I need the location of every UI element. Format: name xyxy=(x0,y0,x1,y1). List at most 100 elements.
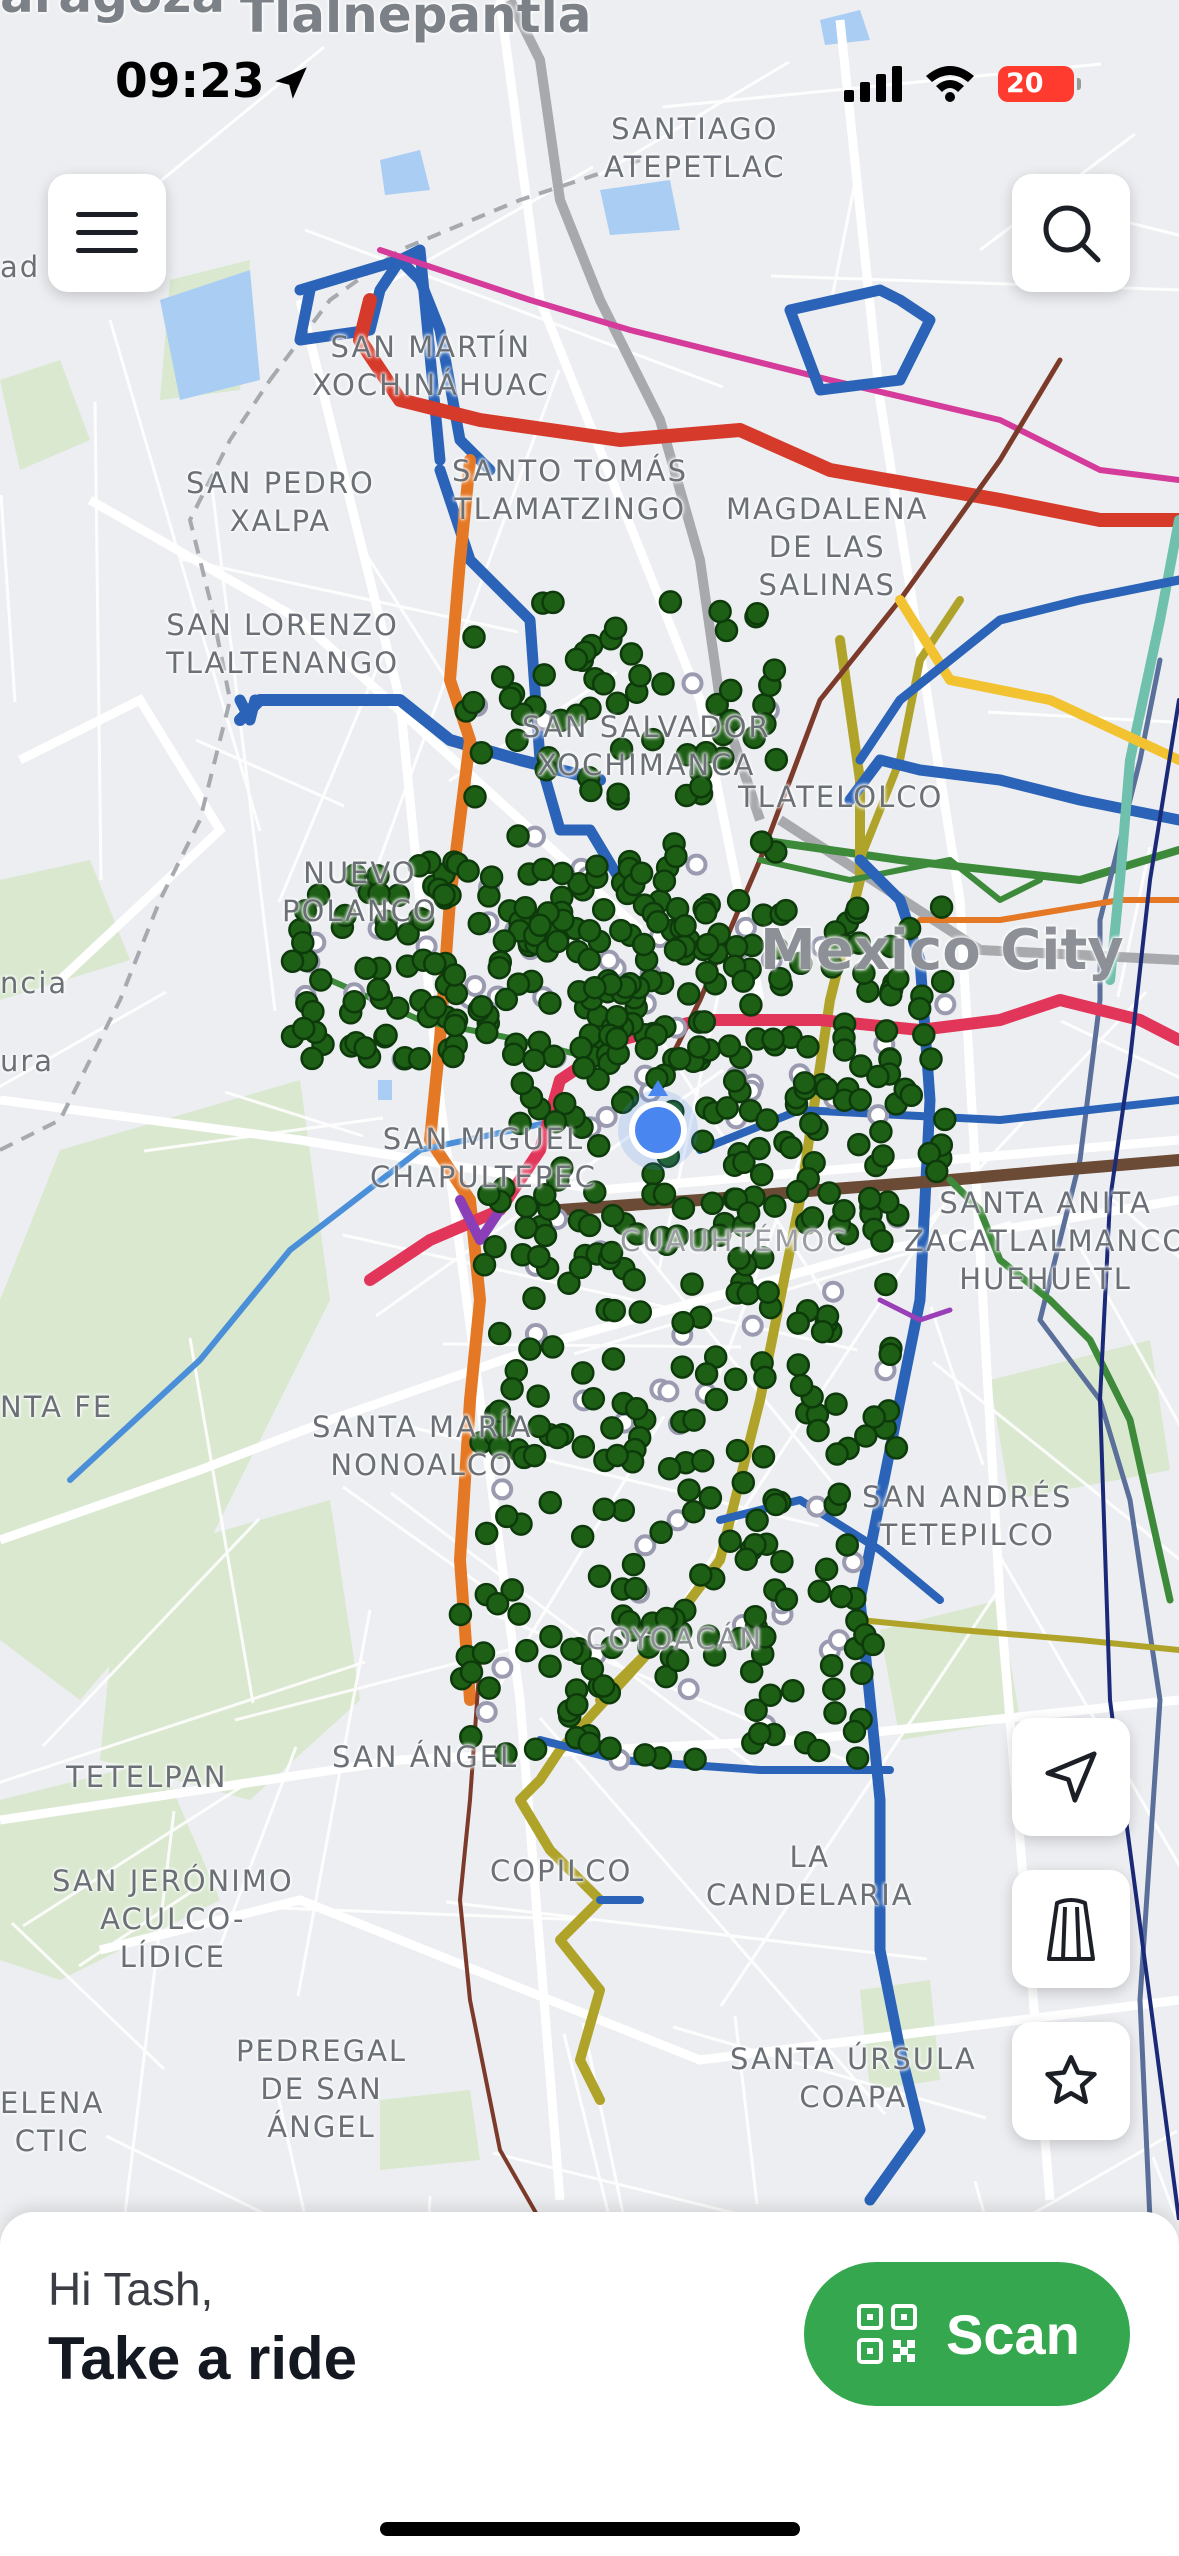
bike-station-marker[interactable] xyxy=(747,1136,771,1161)
bike-station-marker[interactable] xyxy=(847,1132,871,1157)
bike-station-marker[interactable] xyxy=(498,686,523,710)
bike-station-marker[interactable] xyxy=(342,990,366,1014)
bike-station-marker[interactable] xyxy=(538,1654,562,1678)
bike-station-marker[interactable] xyxy=(527,1244,551,1269)
bike-station-marker[interactable] xyxy=(628,1300,653,1324)
bike-station-marker[interactable] xyxy=(725,1438,750,1463)
bike-station-marker[interactable] xyxy=(700,1191,725,1216)
bike-station-marker[interactable] xyxy=(789,1373,814,1398)
bike-station-marker[interactable] xyxy=(664,844,688,869)
bike-station-marker[interactable] xyxy=(522,1048,546,1072)
empty-station-marker[interactable] xyxy=(464,975,487,997)
bike-station-marker[interactable] xyxy=(568,1255,593,1280)
bike-station-marker[interactable] xyxy=(651,672,675,696)
bike-station-marker[interactable] xyxy=(550,861,574,886)
bike-station-marker[interactable] xyxy=(309,968,333,992)
bike-station-marker[interactable] xyxy=(528,913,552,938)
bike-station-marker[interactable] xyxy=(280,949,305,974)
bike-station-marker[interactable] xyxy=(815,1077,839,1101)
bike-station-marker[interactable] xyxy=(472,1253,497,1277)
bike-station-marker[interactable] xyxy=(601,1347,626,1371)
bike-station-marker[interactable] xyxy=(652,1182,677,1206)
bike-station-marker[interactable] xyxy=(515,1638,539,1663)
bike-station-marker[interactable] xyxy=(827,1482,852,1506)
bike-station-marker[interactable] xyxy=(687,1035,711,1059)
bike-station-marker[interactable] xyxy=(532,663,556,687)
bike-station-marker[interactable] xyxy=(715,1096,739,1120)
empty-station-marker[interactable] xyxy=(657,1380,680,1403)
bike-station-marker[interactable] xyxy=(749,830,774,854)
bike-station-marker[interactable] xyxy=(300,1046,324,1071)
bike-station-marker[interactable] xyxy=(681,1499,706,1524)
bike-station-marker[interactable] xyxy=(605,1026,629,1051)
bike-station-marker[interactable] xyxy=(919,1047,943,1071)
bike-station-marker[interactable] xyxy=(806,1418,830,1443)
bike-station-marker[interactable] xyxy=(817,1181,841,1205)
bike-station-marker[interactable] xyxy=(658,590,683,614)
bike-station-marker[interactable] xyxy=(695,932,720,957)
bike-station-marker[interactable] xyxy=(631,932,656,957)
bike-station-marker[interactable] xyxy=(796,1035,820,1059)
bike-station-marker[interactable] xyxy=(624,1396,649,1421)
bike-station-marker[interactable] xyxy=(475,1020,499,1045)
bike-station-marker[interactable] xyxy=(717,1034,742,1058)
bike-station-marker[interactable] xyxy=(513,896,538,920)
bike-station-marker[interactable] xyxy=(924,1159,949,1184)
bike-station-marker[interactable] xyxy=(538,991,562,1015)
bike-station-marker[interactable] xyxy=(785,1179,810,1204)
bike-station-marker[interactable] xyxy=(518,1337,542,1361)
bike-station-marker[interactable] xyxy=(770,1549,794,1574)
bike-station-marker[interactable] xyxy=(539,1624,563,1649)
menu-button[interactable] xyxy=(48,174,166,292)
search-button[interactable] xyxy=(1012,174,1130,292)
bike-station-marker[interactable] xyxy=(756,1280,780,1304)
bike-station-marker[interactable] xyxy=(761,1027,785,1052)
bike-station-marker[interactable] xyxy=(806,1738,831,1763)
bike-station-marker[interactable] xyxy=(560,1637,584,1662)
bike-station-marker[interactable] xyxy=(545,929,570,954)
bike-station-marker[interactable] xyxy=(467,911,492,936)
bike-station-marker[interactable] xyxy=(459,1660,484,1684)
empty-station-marker[interactable] xyxy=(806,1495,828,1518)
bike-station-marker[interactable] xyxy=(571,1361,595,1385)
bike-station-marker[interactable] xyxy=(822,1677,846,1701)
bike-station-marker[interactable] xyxy=(667,1046,692,1071)
bike-station-marker[interactable] xyxy=(545,1425,570,1450)
bike-station-marker[interactable] xyxy=(814,1557,839,1582)
bike-station-marker[interactable] xyxy=(829,1584,854,1609)
bike-station-marker[interactable] xyxy=(694,1362,719,1386)
bike-station-marker[interactable] xyxy=(506,824,530,848)
bike-station-marker[interactable] xyxy=(848,1088,872,1112)
bike-station-marker[interactable] xyxy=(878,1342,902,1367)
bike-station-marker[interactable] xyxy=(657,1456,682,1481)
bike-station-marker[interactable] xyxy=(577,1731,602,1755)
empty-station-marker[interactable] xyxy=(597,949,620,972)
bike-station-marker[interactable] xyxy=(762,658,787,682)
bike-station-marker[interactable] xyxy=(866,1064,890,1089)
bike-station-marker[interactable] xyxy=(479,865,504,889)
bike-station-marker[interactable] xyxy=(739,993,763,1017)
bike-station-marker[interactable] xyxy=(736,1281,760,1306)
bike-station-marker[interactable] xyxy=(671,1310,695,1335)
bike-station-marker[interactable] xyxy=(448,1602,473,1627)
bike-station-marker[interactable] xyxy=(810,1319,835,1344)
bike-station-marker[interactable] xyxy=(884,1436,909,1460)
bike-station-marker[interactable] xyxy=(899,1083,924,1108)
bike-station-marker[interactable] xyxy=(736,1201,761,1225)
bike-station-marker[interactable] xyxy=(354,956,378,981)
bike-station-marker[interactable] xyxy=(501,1042,526,1067)
bike-station-marker[interactable] xyxy=(871,1144,895,1168)
bike-station-marker[interactable] xyxy=(781,1678,805,1703)
bike-station-marker[interactable] xyxy=(745,1508,769,1533)
bike-station-marker[interactable] xyxy=(442,963,467,987)
bike-station-marker[interactable] xyxy=(633,1743,657,1767)
bike-station-marker[interactable] xyxy=(874,1019,899,1043)
bike-station-marker[interactable] xyxy=(745,602,769,626)
bike-station-marker[interactable] xyxy=(577,918,602,943)
bike-station-marker[interactable] xyxy=(779,1135,803,1160)
bike-station-marker[interactable] xyxy=(628,664,652,688)
bike-station-marker[interactable] xyxy=(541,590,565,615)
bike-station-marker[interactable] xyxy=(680,1272,704,1296)
bike-station-marker[interactable] xyxy=(825,1442,849,1466)
bike-station-marker[interactable] xyxy=(723,1367,748,1392)
